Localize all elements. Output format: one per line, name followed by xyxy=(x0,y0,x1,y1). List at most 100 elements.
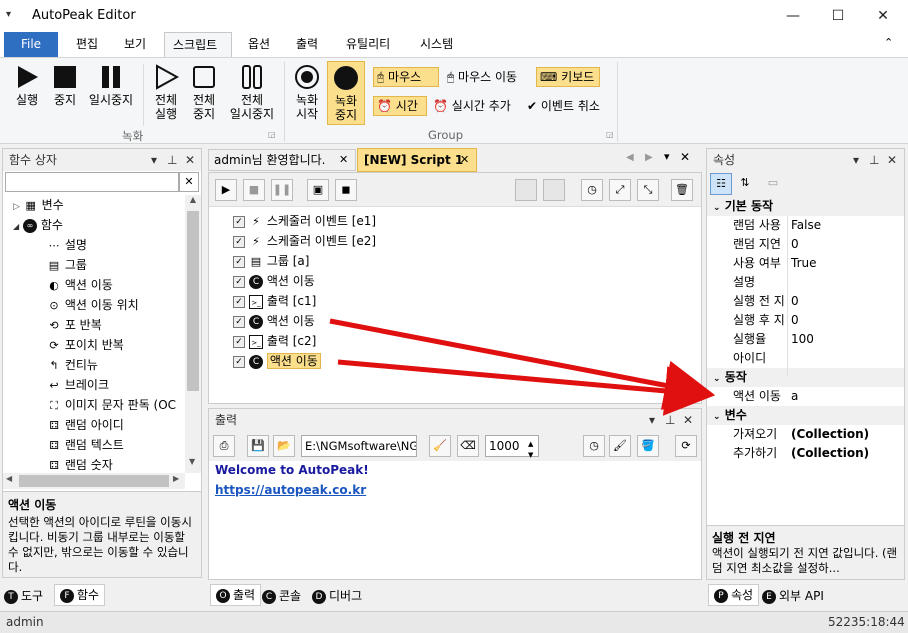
prop-value[interactable]: 0 xyxy=(791,235,799,254)
clear-search-button[interactable]: ✕ xyxy=(179,172,199,192)
time-output-button[interactable]: ◷ xyxy=(583,435,605,457)
tree-item-for-loop[interactable]: ⟲ 포 반복 xyxy=(3,315,185,335)
time-button[interactable]: ⏰ 시간 xyxy=(373,96,427,116)
pin-icon[interactable]: ⊥ xyxy=(167,149,177,171)
prop-value[interactable]: False xyxy=(791,216,821,235)
tree-item-group[interactable]: ▤ 그룹 xyxy=(3,255,185,275)
expand-icon[interactable]: ▷ xyxy=(13,202,20,212)
tree-item-random-text[interactable]: ⚃ 랜덤 텍스트 xyxy=(3,435,185,455)
checkbox[interactable]: ✓ xyxy=(233,275,245,288)
checkbox[interactable]: ✓ xyxy=(233,295,245,308)
collapse-ribbon-icon[interactable]: ⌃ xyxy=(884,36,893,49)
tab-view[interactable]: 보기 xyxy=(116,32,154,57)
script-item[interactable]: ✓ >_ 출력 [c2] xyxy=(233,331,316,351)
collapse-button[interactable]: ⤡ xyxy=(637,179,659,201)
prop-value[interactable]: (Collection) xyxy=(791,425,869,444)
panel-dropdown-icon[interactable]: ▾ xyxy=(853,149,859,171)
brush-button[interactable]: 🖌 xyxy=(609,435,631,457)
tab-list-icon[interactable]: ▾ xyxy=(664,150,670,163)
section-collapse-icon[interactable]: ⌄ xyxy=(713,203,721,213)
new-output-button[interactable]: ⎙ xyxy=(213,435,235,457)
tab-output-panel[interactable]: O 출력 xyxy=(210,584,262,606)
section-collapse-icon[interactable]: ⌄ xyxy=(713,412,721,422)
tree-item-break[interactable]: ↩ 브레이크 xyxy=(3,375,185,395)
pin-icon[interactable]: ⊥ xyxy=(869,149,879,171)
tab-edit[interactable]: 편집 xyxy=(68,32,106,57)
minimize-button[interactable]: — xyxy=(770,0,816,32)
tab-scroll-right-icon[interactable]: ▶ xyxy=(645,152,653,163)
collapse-icon[interactable]: ◢ xyxy=(13,222,19,231)
pin-icon[interactable]: ⊥ xyxy=(665,409,675,431)
categorized-button[interactable]: ☷ xyxy=(710,173,732,195)
delete-button[interactable]: 🗑 xyxy=(671,179,693,201)
mouse-move-button[interactable]: 🖱 마우스 이동 xyxy=(444,67,520,87)
keyboard-button[interactable]: ⌨ 키보드 xyxy=(536,67,600,87)
toolbar-blank-button-1[interactable] xyxy=(515,179,537,201)
save-output-button[interactable]: 💾 xyxy=(247,435,269,457)
panel-dropdown-icon[interactable]: ▾ xyxy=(151,149,157,171)
script-pause-button[interactable]: ❚❚ xyxy=(271,179,293,201)
script-item[interactable]: ✓ C 액션 이동 xyxy=(233,271,315,291)
doc-close-icon[interactable]: ✕ xyxy=(680,150,690,164)
prop-value[interactable]: 0 xyxy=(791,311,799,330)
tab-console[interactable]: C 콘솔 xyxy=(262,586,301,606)
function-search-input[interactable] xyxy=(5,172,179,192)
tab-system[interactable]: 시스템 xyxy=(412,32,461,57)
run-selected-button[interactable]: ◼ xyxy=(335,179,357,201)
realtime-add-button[interactable]: ⏰ 실시간 추가 xyxy=(430,96,514,116)
prop-value[interactable]: 100 xyxy=(791,330,814,349)
prop-value[interactable]: 0 xyxy=(791,292,799,311)
maximize-button[interactable]: ☐ xyxy=(815,0,861,32)
tree-horizontal-scrollbar[interactable]: ◀ ▶ xyxy=(3,473,185,489)
record-stop-button[interactable]: 녹화 중지 xyxy=(327,61,365,125)
script-item[interactable]: ✓ ▤ 그룹 [a] xyxy=(233,251,309,271)
property-pages-button[interactable]: ▭ xyxy=(762,173,784,195)
erase-button[interactable]: ⌫ xyxy=(457,435,479,457)
doc-tab-close-icon-2[interactable]: ✕ xyxy=(460,149,469,171)
tree-item-action-position[interactable]: ⊙ 액션 이동 위치 xyxy=(3,295,185,315)
stop-all-button[interactable]: 전체 중지 xyxy=(186,64,222,121)
step-run-button[interactable]: ▣ xyxy=(307,179,329,201)
checkbox[interactable]: ✓ xyxy=(233,215,245,228)
section-basic[interactable]: ⌄ 기본 동작 xyxy=(707,197,904,216)
prop-value[interactable]: (Collection) xyxy=(791,444,869,463)
script-run-button[interactable]: ▶ xyxy=(215,179,237,201)
tab-tools[interactable]: T 도구 xyxy=(4,586,43,606)
doc-tab-script1[interactable]: [NEW] Script 1 ✕ xyxy=(357,148,477,172)
expand-button[interactable]: ⤢ xyxy=(609,179,631,201)
tree-item-continue[interactable]: ↰ 컨티뉴 xyxy=(3,355,185,375)
pause-all-button[interactable]: 전체 일시중지 xyxy=(224,64,280,121)
scroll-right-icon[interactable]: ▶ xyxy=(173,474,179,483)
group2-launcher-icon[interactable]: ◲ xyxy=(606,130,614,139)
section-collapse-icon[interactable]: ⌄ xyxy=(713,374,721,384)
stepper-down-icon[interactable]: ▼ xyxy=(528,445,533,465)
mouse-button[interactable]: 🖰 마우스 xyxy=(373,67,439,87)
script-item-selected[interactable]: ✓ C 액션 이동 xyxy=(233,351,321,371)
checkbox[interactable]: ✓ xyxy=(233,335,245,348)
panel-close-icon[interactable]: ✕ xyxy=(185,149,195,171)
scroll-up-icon[interactable]: ▲ xyxy=(185,195,201,204)
stop-button[interactable]: 중지 xyxy=(48,64,82,107)
checkbox[interactable]: ✓ xyxy=(233,255,245,268)
tree-vertical-scrollbar[interactable]: ▲ ▼ xyxy=(185,195,201,473)
tab-properties[interactable]: P 속성 xyxy=(708,584,760,606)
scroll-left-icon[interactable]: ◀ xyxy=(6,474,12,483)
alphabetical-button[interactable]: ⇅ xyxy=(734,173,756,195)
app-menu-icon[interactable]: ▾ xyxy=(6,9,11,20)
tree-item-variables[interactable]: ▷ ▦ 변수 xyxy=(3,195,185,215)
tree-item-functions[interactable]: ◢ ∞ 함수 xyxy=(3,215,185,235)
script-item[interactable]: ✓ C 액션 이동 xyxy=(233,311,315,331)
tab-options[interactable]: 옵션 xyxy=(240,32,278,57)
panel-dropdown-icon[interactable]: ▾ xyxy=(649,409,655,431)
record-start-button[interactable]: 녹화 시작 xyxy=(289,64,325,121)
script-stop-button[interactable]: ■ xyxy=(243,179,265,201)
tree-item-random-number[interactable]: ⚃ 랜덤 숫자 xyxy=(3,455,185,473)
tree-item-ocr[interactable]: ⛶ 이미지 문자 판독 (OC xyxy=(3,395,185,415)
tree-item-action-move[interactable]: ◐ 액션 이동 xyxy=(3,275,185,295)
section-variables[interactable]: ⌄ 변수 xyxy=(707,406,904,425)
tree-item-comment[interactable]: ⋯ 설명 xyxy=(3,235,185,255)
scroll-thumb[interactable] xyxy=(187,211,199,391)
script-item[interactable]: ✓ ⚡ 스케줄러 이벤트 [e2] xyxy=(233,231,376,251)
tab-script[interactable]: 스크립트 xyxy=(164,32,232,57)
clean-button[interactable]: 🧹 xyxy=(429,435,451,457)
